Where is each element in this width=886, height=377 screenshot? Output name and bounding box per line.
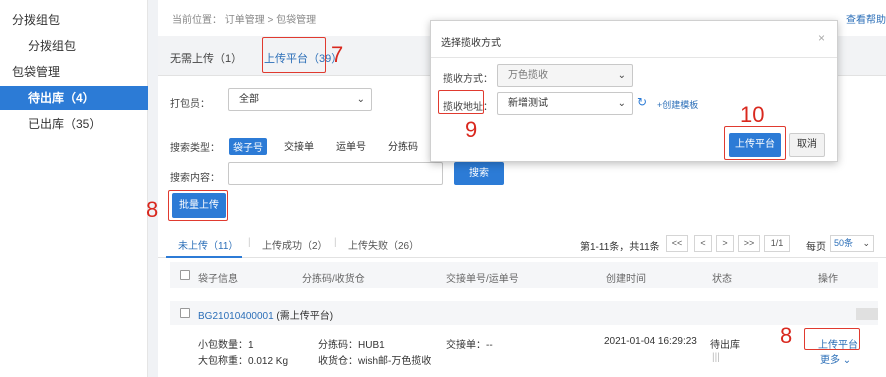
col-status: 状态: [712, 274, 732, 285]
search-button[interactable]: 搜索: [454, 162, 504, 185]
pagination-last[interactable]: >>: [738, 235, 760, 252]
subtab-upload-failed[interactable]: 上传失败（26）: [348, 237, 419, 252]
create-template-link[interactable]: +创建模板: [657, 98, 698, 111]
chevron-down-icon: ⌄: [842, 355, 852, 366]
chevron-down-icon: ⌄: [862, 238, 870, 248]
highlight-row-upload: [804, 328, 860, 350]
highlight-batch-upload: [168, 190, 228, 221]
packer-select-value: 全部: [239, 94, 259, 105]
per-page-label: 每页: [806, 242, 826, 253]
tab-no-upload[interactable]: 无需上传（1）: [170, 50, 242, 66]
subtab-upload-success[interactable]: 上传成功（2）: [262, 237, 328, 252]
small-count: 小包数量：1: [198, 340, 254, 351]
pagination-prev[interactable]: <: [694, 235, 712, 252]
handover-number: 交接单：--: [446, 340, 493, 351]
search-type-sortcode[interactable]: 分拣码: [388, 138, 418, 153]
col-created: 创建时间: [606, 274, 646, 285]
annotation-step-9: 9: [465, 117, 478, 142]
row-more-menu[interactable]: 更多 ⌄: [820, 351, 851, 366]
status-text: 待出库: [710, 340, 740, 351]
pagination-page: 1/1: [764, 235, 790, 252]
table-header: 袋子信息 分拣码/收货仓 交接单号/运单号 创建时间 状态 操作: [170, 262, 878, 288]
help-link[interactable]: 查看帮助: [846, 11, 886, 26]
active-tab-underline: [166, 256, 242, 258]
col-handover: 交接单号/运单号: [446, 274, 519, 285]
packer-label: 打包员：: [170, 99, 210, 110]
highlight-pickup-address: [438, 90, 484, 114]
row-indicator: [856, 308, 878, 320]
highlight-upload-tab: [262, 37, 326, 73]
pagination-info: 第1-11条，共11条: [580, 242, 660, 253]
bag-weight: 大包称重：0.012 Kg: [198, 356, 289, 367]
row-checkbox[interactable]: [180, 308, 190, 318]
created-time: 2021-01-04 16:29:23: [604, 336, 697, 347]
search-type-bag[interactable]: 袋子号: [229, 138, 267, 155]
bag-note: (需上传平台): [276, 311, 334, 322]
table-group-row: BG21010400001 (需上传平台): [170, 301, 878, 325]
annotation-step-8-batch: 8: [146, 197, 159, 222]
pickup-method-label: 揽收方式：: [443, 74, 493, 85]
dialog-cancel-button[interactable]: 取消: [789, 133, 825, 157]
per-page-select[interactable]: 50条 ⌄: [830, 235, 874, 252]
annotation-step-7: 7: [331, 42, 344, 67]
tab-separator: |: [248, 237, 251, 248]
more-label: 更多: [820, 355, 840, 366]
pagination-first[interactable]: <<: [666, 235, 688, 252]
col-bag-info: 袋子信息: [198, 274, 238, 285]
close-icon[interactable]: ×: [818, 31, 825, 45]
chevron-down-icon: ⌄: [617, 70, 626, 81]
select-all-checkbox[interactable]: [180, 270, 190, 280]
col-sort-code: 分拣码/收货仓: [302, 274, 365, 285]
receiving-warehouse: 收货仓：wish邮-万色揽收: [318, 356, 432, 367]
sidebar-item-bag-management[interactable]: 包袋管理: [0, 60, 148, 84]
search-content-label: 搜索内容：: [170, 173, 220, 184]
dialog-divider: [431, 57, 837, 58]
sidebar-item-sorting[interactable]: 分拨组包: [0, 8, 148, 32]
highlight-dialog-upload: [724, 126, 786, 160]
bag-id-link[interactable]: BG21010400001: [198, 311, 274, 322]
pickup-method-value: 万色揽收: [508, 70, 548, 81]
breadcrumb: 当前位置： 订单管理 > 包袋管理: [172, 15, 317, 26]
sort-code: 分拣码：HUB1: [318, 340, 385, 351]
sidebar-item-pending-outbound[interactable]: 待出库（4）: [0, 86, 148, 110]
bag-id-cell: BG21010400001 (需上传平台): [198, 307, 333, 322]
search-input[interactable]: [228, 162, 443, 185]
dialog-title: 选择揽收方式: [441, 38, 501, 49]
pickup-address-value: 新增测试: [508, 98, 548, 109]
sidebar: 分拨组包 分拨组包 包袋管理 待出库（4） 已出库（35）: [0, 0, 148, 377]
chevron-down-icon: ⌄: [356, 94, 365, 105]
pickup-method-select[interactable]: 万色揽收 ⌄: [497, 64, 633, 87]
status-bar-icon: |||: [712, 352, 720, 363]
pagination-next[interactable]: >: [716, 235, 734, 252]
tab-separator: |: [334, 237, 337, 248]
pickup-address-select[interactable]: 新增测试 ⌄: [497, 92, 633, 115]
search-type-handover[interactable]: 交接单: [284, 138, 314, 153]
col-action: 操作: [818, 274, 838, 285]
subtab-not-uploaded[interactable]: 未上传（11）: [178, 237, 238, 252]
annotation-step-10: 10: [740, 102, 765, 127]
search-type-waybill[interactable]: 运单号: [336, 138, 366, 153]
sidebar-item-shipped[interactable]: 已出库（35）: [0, 112, 148, 136]
search-type-label: 搜索类型：: [170, 143, 220, 154]
sidebar-subitem-sorting[interactable]: 分拨组包: [0, 34, 148, 58]
refresh-icon[interactable]: ↻: [637, 95, 647, 109]
per-page-value: 50条: [834, 238, 854, 248]
chevron-down-icon: ⌄: [617, 98, 626, 109]
packer-select[interactable]: 全部 ⌄: [228, 88, 372, 111]
annotation-step-8-row: 8: [780, 323, 793, 348]
